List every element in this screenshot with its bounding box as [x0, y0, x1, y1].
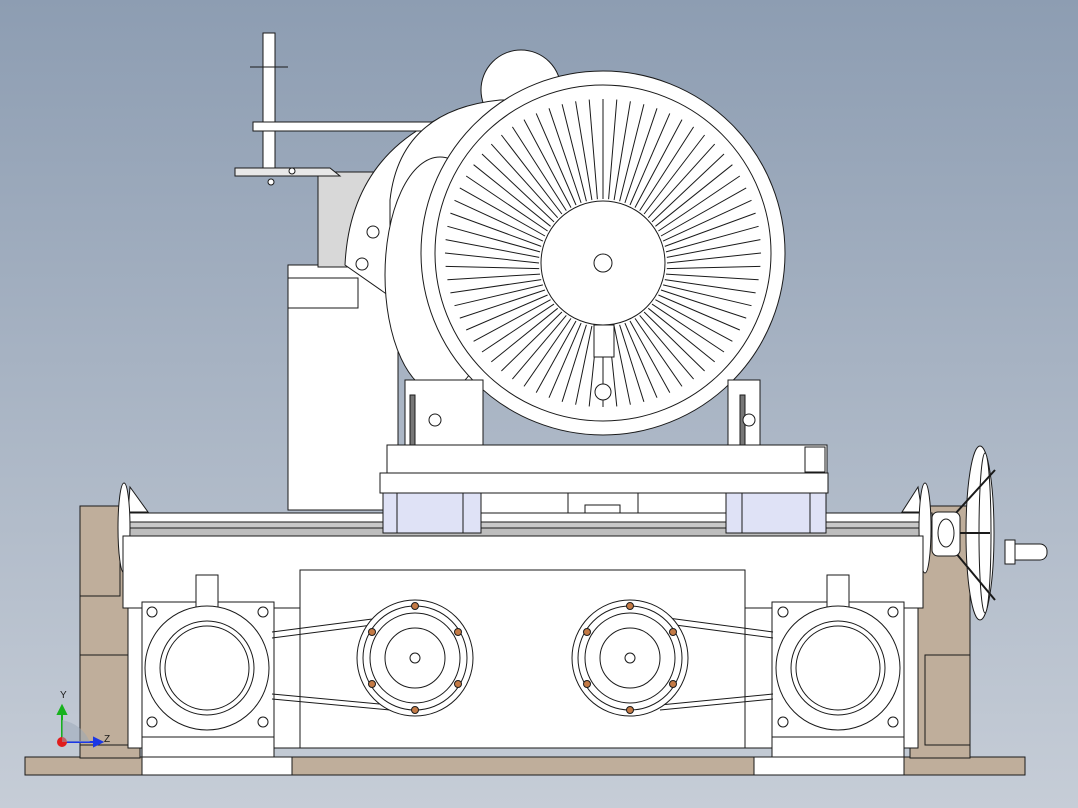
triad-z-label: Z	[104, 734, 111, 745]
bearing-block-left	[382, 492, 482, 534]
machine-assembly-drawing[interactable]	[0, 0, 1078, 808]
pulley-left[interactable]	[356, 599, 474, 717]
triad-y-label: Y	[60, 690, 67, 701]
cad-graphics-viewport[interactable]: Y Z	[0, 0, 1078, 808]
pulley-right[interactable]	[571, 599, 689, 717]
center-slide	[480, 492, 727, 514]
drive-wheel-left[interactable]	[141, 574, 293, 776]
drive-wheel-right[interactable]	[753, 574, 905, 776]
bearing-block-right	[725, 492, 827, 534]
